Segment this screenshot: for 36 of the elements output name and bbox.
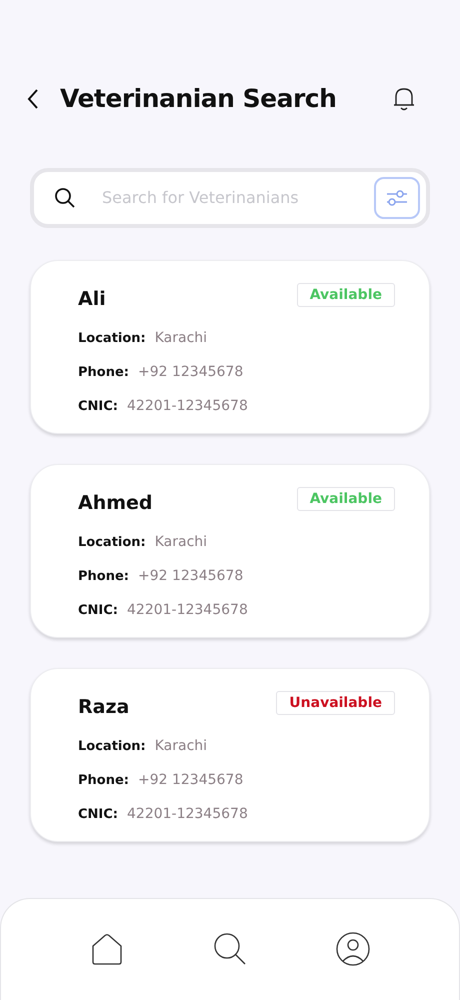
field-value: +92 12345678	[138, 362, 244, 382]
field-label: CNIC:	[78, 602, 118, 620]
field-label: CNIC:	[78, 806, 118, 824]
field-value: Karachi	[154, 532, 208, 552]
field-label: CNIC:	[78, 398, 118, 416]
search-icon	[54, 187, 76, 209]
profile-icon[interactable]	[334, 931, 371, 967]
vet-name: Raza	[78, 695, 130, 720]
field-label: Phone:	[78, 772, 129, 790]
status-tag: Available	[296, 487, 395, 511]
field-value: 42201-12345678	[127, 600, 248, 620]
status-tag: Available	[296, 283, 395, 307]
field-label: Location:	[78, 738, 146, 756]
sliders-icon	[385, 189, 409, 207]
field-label: Phone:	[78, 568, 129, 586]
field-label: Location:	[78, 534, 146, 552]
field-value: 42201-12345678	[127, 804, 248, 824]
vet-name: Ahmed	[78, 491, 153, 516]
back-icon[interactable]	[26, 88, 40, 110]
status-tag: Unavailable	[276, 691, 395, 715]
field-value: +92 12345678	[138, 566, 244, 586]
vet-card[interactable]: Ali Available Location: Karachi Phone: +92 12345678 CNIC: 42201-12345678	[30, 260, 430, 434]
page-title: Veterinanian Search	[60, 83, 336, 116]
vet-card[interactable]: Ahmed Available Location: Karachi Phone: +92 12345678 CNIC: 42201-12345678	[30, 464, 430, 638]
vet-name: Ali	[78, 287, 106, 312]
field-label: Location:	[78, 330, 146, 348]
bell-icon[interactable]	[392, 86, 416, 112]
search-icon[interactable]	[212, 931, 248, 967]
field-value: Karachi	[154, 736, 208, 756]
search-bar[interactable]: Search for Veterinanians	[30, 168, 430, 228]
field-value: 42201-12345678	[127, 396, 248, 416]
search-field[interactable]: Search for Veterinanians	[102, 186, 374, 210]
field-label: Phone:	[78, 364, 129, 382]
field-value: Karachi	[154, 328, 208, 348]
field-value: +92 12345678	[138, 770, 244, 790]
vet-card[interactable]: Raza Unavailable Location: Karachi Phone: +92 12345678 CNIC: 42201-12345678	[30, 668, 430, 842]
